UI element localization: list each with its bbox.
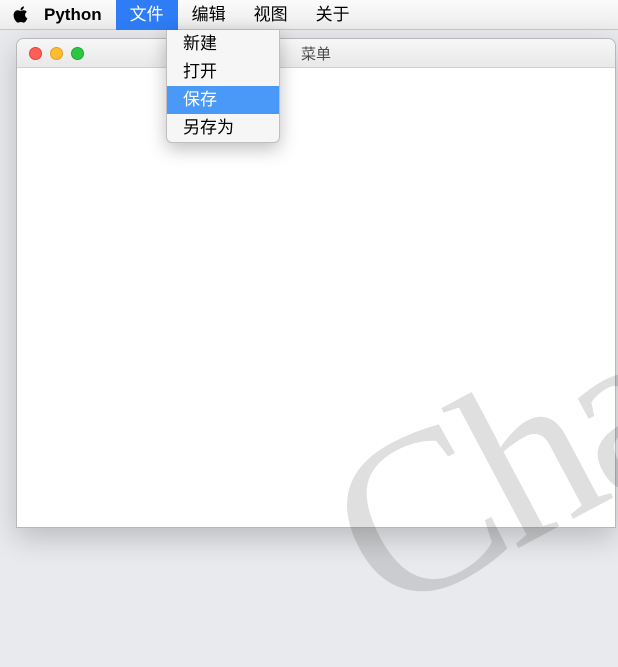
apple-menu-icon[interactable] (0, 6, 40, 23)
minimize-button[interactable] (50, 47, 63, 60)
file-menu-dropdown: 新建 打开 保存 另存为 (166, 30, 280, 143)
menu-edit[interactable]: 编辑 (178, 0, 240, 30)
menu-item-open[interactable]: 打开 (167, 58, 279, 86)
menu-item-new[interactable]: 新建 (167, 30, 279, 58)
app-name[interactable]: Python (40, 5, 116, 25)
menu-about[interactable]: 关于 (302, 0, 364, 30)
system-menubar: Python 文件 编辑 视图 关于 (0, 0, 618, 30)
traffic-lights (17, 47, 84, 60)
menu-view[interactable]: 视图 (240, 0, 302, 30)
window-title: 菜单 (17, 43, 615, 64)
window-content (17, 68, 615, 527)
zoom-button[interactable] (71, 47, 84, 60)
menu-item-save-as[interactable]: 另存为 (167, 114, 279, 142)
window-titlebar: 菜单 (17, 39, 615, 68)
menu-file[interactable]: 文件 (116, 0, 178, 30)
menu-item-save[interactable]: 保存 (167, 86, 279, 114)
app-window: 菜单 (16, 38, 616, 528)
close-button[interactable] (29, 47, 42, 60)
